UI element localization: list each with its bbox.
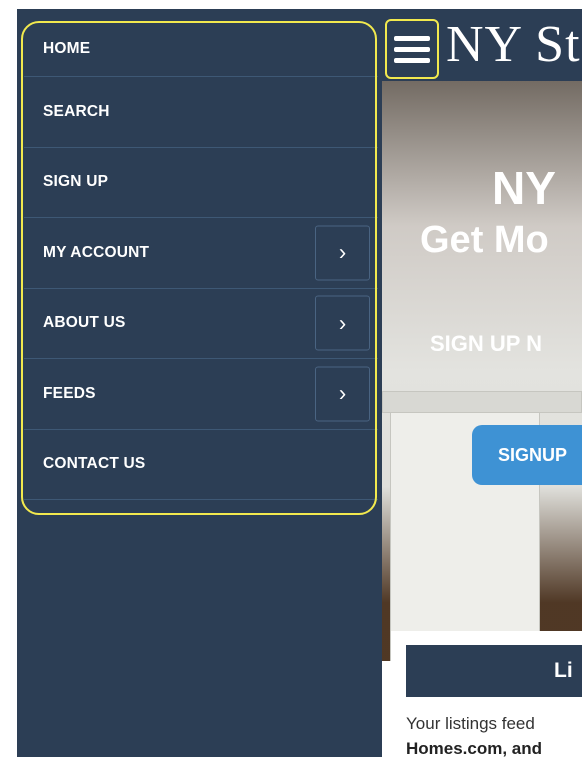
- nav-item-label: SIGN UP: [43, 173, 109, 191]
- nav-item-my-account[interactable]: MY ACCOUNT ›: [24, 218, 378, 289]
- nav-drawer: HOME SEARCH SIGN UP MY ACCOUNT › ABOUT U…: [17, 9, 382, 757]
- hero-headline: Get Mo: [420, 219, 549, 261]
- hero-banner: NY Get Mo SIGN UP N SIGNUP: [382, 81, 582, 661]
- nav-item-label: HOME: [43, 39, 91, 57]
- hamburger-bar: [394, 35, 430, 41]
- nav-item-label: SEARCH: [43, 102, 110, 120]
- hamburger-bar: [394, 46, 430, 52]
- hamburger-icon[interactable]: [385, 19, 439, 79]
- hero-title: NY: [492, 162, 556, 214]
- nav-item-search[interactable]: SEARCH: [24, 77, 378, 148]
- nav-item-about-us[interactable]: ABOUT US ›: [24, 289, 378, 359]
- chevron-right-icon[interactable]: ›: [315, 225, 370, 281]
- signup-button[interactable]: SIGNUP: [472, 425, 582, 485]
- nav-menu-list: HOME SEARCH SIGN UP MY ACCOUNT › ABOUT U…: [24, 21, 378, 500]
- nav-item-label: CONTACT US: [43, 455, 146, 473]
- listings-text-strong: Homes.com, and: [406, 739, 543, 757]
- nav-item-feeds[interactable]: FEEDS ›: [24, 359, 378, 430]
- listings-description: Your listings feed Homes.com, and: [406, 711, 582, 757]
- hero-subheadline: SIGN UP N: [430, 331, 543, 356]
- nav-item-sign-up[interactable]: SIGN UP: [24, 148, 378, 218]
- nav-item-label: FEEDS: [43, 384, 96, 402]
- chevron-right-icon[interactable]: ›: [315, 366, 370, 422]
- page-content: NY St NY Get Mo SIGN UP N SIGNUP Li Your…: [382, 9, 582, 757]
- listings-text-line: Homes.com, and: [406, 736, 582, 757]
- site-header: NY St: [382, 9, 582, 81]
- chevron-right-icon[interactable]: ›: [315, 295, 370, 351]
- nav-item-home[interactable]: HOME: [24, 21, 378, 77]
- listings-card: Li Your listings feed Homes.com, and: [391, 631, 582, 757]
- kitchen-counter-image: [382, 391, 582, 413]
- listings-heading: Li: [406, 645, 582, 697]
- site-logo[interactable]: NY St: [446, 15, 581, 74]
- nav-item-contact-us[interactable]: CONTACT US: [24, 430, 378, 500]
- listings-text-line: Your listings feed: [406, 714, 535, 733]
- nav-item-label: ABOUT US: [43, 314, 126, 332]
- hamburger-bar: [394, 57, 430, 63]
- nav-item-label: MY ACCOUNT: [43, 243, 150, 261]
